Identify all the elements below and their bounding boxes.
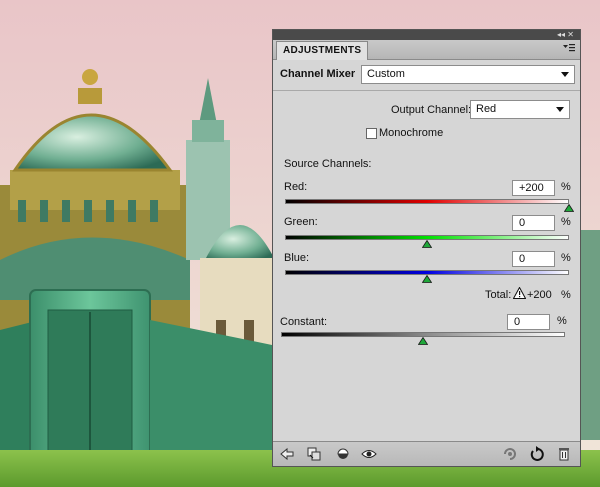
panel-menu-icon[interactable] bbox=[563, 44, 575, 54]
blue-value-field[interactable]: 0 bbox=[512, 251, 555, 267]
red-percent-sign: % bbox=[561, 181, 571, 193]
collapse-close-controls[interactable]: ◂◂ ✕ bbox=[557, 30, 574, 40]
total-value: +200 bbox=[527, 289, 552, 301]
total-percent-sign: % bbox=[561, 289, 571, 301]
tab-adjustments[interactable]: ADJUSTMENTS bbox=[276, 41, 369, 60]
green-percent-sign: % bbox=[561, 216, 571, 228]
output-channel-dropdown[interactable]: Red bbox=[470, 100, 570, 119]
red-value-field[interactable]: +200 bbox=[512, 180, 555, 196]
visibility-eye-icon[interactable] bbox=[335, 446, 351, 462]
return-arrow-icon[interactable] bbox=[279, 446, 295, 462]
red-slider-track[interactable] bbox=[285, 199, 569, 204]
monochrome-label: Monochrome bbox=[379, 127, 444, 139]
constant-value-field[interactable]: 0 bbox=[507, 314, 550, 330]
chevron-down-icon bbox=[561, 72, 569, 77]
monochrome-checkbox[interactable] bbox=[366, 128, 377, 139]
red-label: Red: bbox=[284, 181, 308, 193]
source-channels-label: Source Channels: bbox=[284, 158, 372, 170]
green-label: Green: bbox=[284, 216, 318, 228]
chevron-down-icon bbox=[556, 107, 564, 112]
panel-title-strip: ◂◂ ✕ bbox=[273, 30, 580, 40]
panel-bottom-toolbar bbox=[273, 441, 580, 466]
eye-icon[interactable] bbox=[361, 446, 377, 462]
view-previous-state-icon[interactable] bbox=[502, 446, 518, 462]
reset-icon[interactable] bbox=[529, 446, 545, 462]
panel-tab-bar: ADJUSTMENTS bbox=[273, 40, 580, 60]
green-value-field[interactable]: 0 bbox=[512, 215, 555, 231]
output-channel-value: Red bbox=[476, 103, 497, 115]
trash-icon[interactable] bbox=[556, 446, 572, 462]
preset-dropdown[interactable]: Custom bbox=[361, 65, 575, 84]
constant-percent-sign: % bbox=[557, 315, 567, 327]
preset-value: Custom bbox=[367, 68, 405, 80]
preset-row: Channel Mixer Custom bbox=[273, 60, 580, 91]
blue-label: Blue: bbox=[284, 252, 310, 264]
output-channel-label: Output Channel: bbox=[391, 104, 472, 116]
total-label: Total: bbox=[485, 289, 512, 301]
constant-label: Constant: bbox=[280, 316, 328, 328]
warning-icon bbox=[512, 286, 527, 302]
clip-to-layer-icon[interactable] bbox=[306, 446, 322, 462]
blue-percent-sign: % bbox=[561, 252, 571, 264]
adjustments-panel: ◂◂ ✕ ADJUSTMENTS Channel Mixer Custom Ou… bbox=[272, 29, 581, 467]
adjustment-name: Channel Mixer bbox=[280, 68, 356, 80]
